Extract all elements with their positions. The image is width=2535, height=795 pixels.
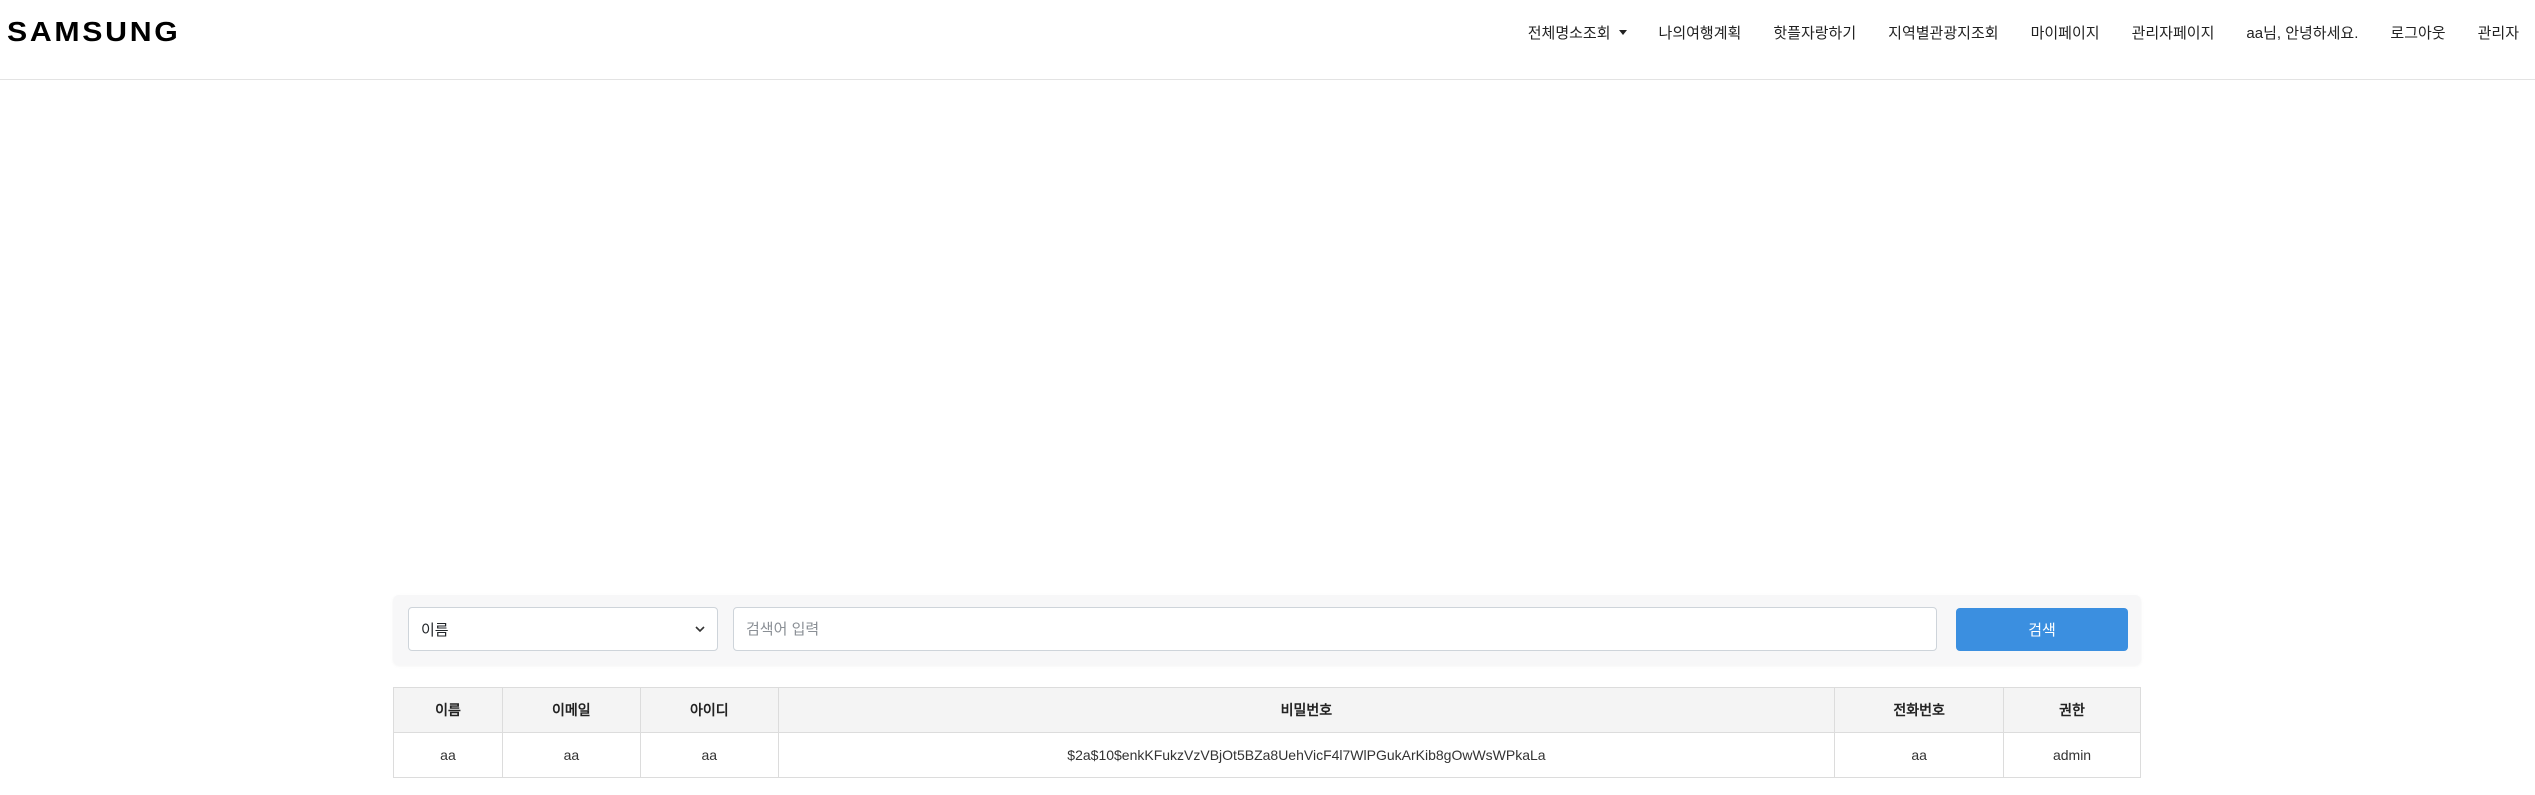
column-header-email: 이메일 [501, 687, 641, 733]
cell-password: $2a$10$enkKFukzVzVBjOt5BZa8UehVicF4l7WlP… [777, 732, 1836, 778]
cell-role: admin [2003, 732, 2141, 778]
caret-down-icon [1618, 29, 1627, 35]
nav-item-label: 지역별관광지조회 [1888, 24, 1999, 42]
search-input[interactable] [733, 607, 1937, 651]
nav-item-logout[interactable]: 로그아웃 [2374, 22, 2461, 43]
column-header-role: 권한 [2003, 687, 2141, 733]
nav-item-all-attractions[interactable]: 전체명소조회 [1512, 22, 1643, 43]
nav-item-hotplace[interactable]: 핫플자랑하기 [1757, 22, 1872, 43]
nav-item-label: 관리자 [2477, 24, 2519, 42]
nav-greeting: aa님, 안녕하세요. [2230, 22, 2374, 43]
table-header-row: 이름 이메일 아이디 비밀번호 전화번호 권한 [393, 687, 2141, 733]
nav-item-regional-attractions[interactable]: 지역별관광지조회 [1872, 22, 2014, 43]
column-header-id: 아이디 [639, 687, 779, 733]
user-table: 이름 이메일 아이디 비밀번호 전화번호 권한 aa aa aa $2a$10$… [393, 687, 2141, 778]
nav-item-admin-page[interactable]: 관리자페이지 [2116, 22, 2231, 43]
search-type-value: 이름 [421, 621, 449, 639]
nav-item-label: 로그아웃 [2390, 24, 2446, 42]
nav-item-label: 관리자페이지 [2131, 24, 2215, 42]
nav-item-label: 핫플자랑하기 [1773, 24, 1857, 42]
cell-phone: aa [1834, 732, 2005, 778]
nav-item-label: 마이페이지 [2030, 24, 2100, 42]
nav-item-label: 나의여행계획 [1658, 24, 1742, 42]
search-panel: 이름 검색 [393, 595, 2141, 665]
column-header-name: 이름 [393, 687, 503, 733]
brand-logo[interactable]: SAMSUNG [7, 17, 180, 47]
column-header-password: 비밀번호 [777, 687, 1836, 733]
nav-item-my-trip-plan[interactable]: 나의여행계획 [1643, 22, 1758, 43]
nav-item-label: 전체명소조회 [1527, 24, 1611, 42]
chevron-down-icon [695, 626, 705, 633]
top-navbar: SAMSUNG 전체명소조회 나의여행계획 핫플자랑하기 지역별관광지조회 마이… [0, 0, 2535, 80]
column-header-phone: 전화번호 [1834, 687, 2005, 733]
table-row[interactable]: aa aa aa $2a$10$enkKFukzVzVBjOt5BZa8UehV… [393, 732, 2141, 778]
nav-menu: 전체명소조회 나의여행계획 핫플자랑하기 지역별관광지조회 마이페이지 관리자페… [1512, 0, 2535, 64]
search-type-select[interactable]: 이름 [408, 607, 718, 651]
cell-id: aa [639, 732, 779, 778]
cell-email: aa [501, 732, 641, 778]
cell-name: aa [393, 732, 503, 778]
nav-item-admin[interactable]: 관리자 [2462, 22, 2535, 43]
search-button[interactable]: 검색 [1956, 608, 2128, 651]
nav-item-mypage[interactable]: 마이페이지 [2015, 22, 2116, 43]
greeting-text: aa님, 안녕하세요. [2246, 24, 2359, 42]
